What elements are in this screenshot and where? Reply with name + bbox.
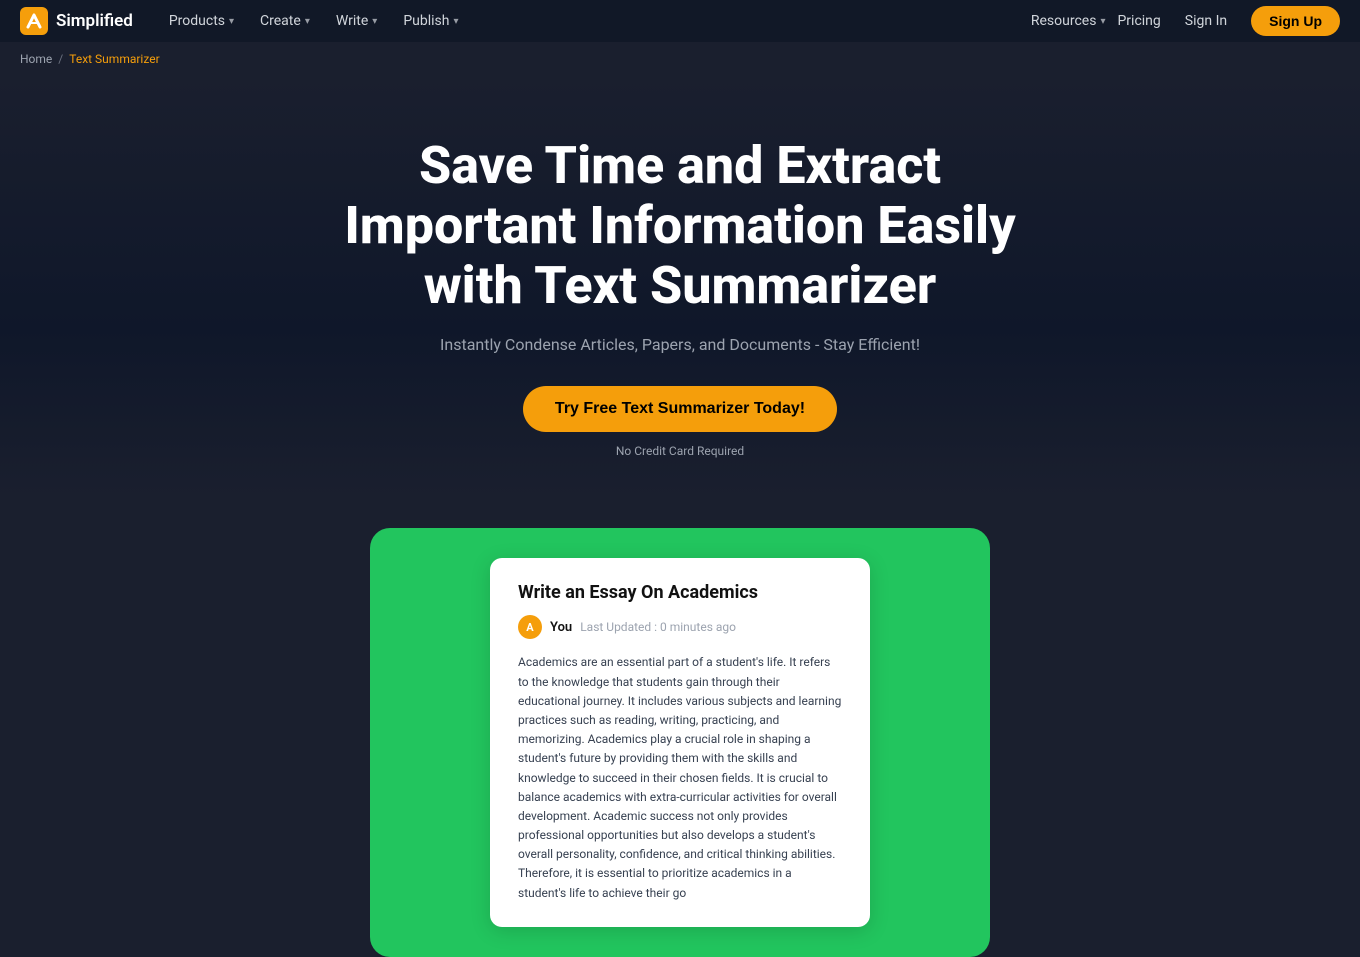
nav-right: Resources ▾ Pricing Sign In Sign Up [1031,6,1340,36]
nav-publish[interactable]: Publish ▾ [391,7,470,35]
nav-signin[interactable]: Sign In [1173,7,1239,35]
nav-items: Products ▾ Create ▾ Write ▾ Publish ▾ [157,7,1031,35]
nav-resources[interactable]: Resources ▾ [1031,13,1106,29]
chevron-down-icon: ▾ [372,16,377,27]
breadcrumb-separator: / [58,52,63,66]
demo-meta-time: Last Updated : 0 minutes ago [580,620,736,634]
navbar: Simplified Products ▾ Create ▾ Write ▾ P… [0,0,1360,42]
hero-title: Save Time and Extract Important Informat… [330,136,1030,315]
demo-card-title: Write an Essay On Academics [518,582,842,603]
demo-area: Write an Essay On Academics A You Last U… [0,498,1360,956]
brand-name: Simplified [56,11,133,31]
breadcrumb: Home / Text Summarizer [0,42,1360,76]
nav-create[interactable]: Create ▾ [248,7,322,35]
demo-meta-you: You [550,620,572,635]
demo-green-background: Write an Essay On Academics A You Last U… [370,528,990,956]
breadcrumb-current[interactable]: Text Summarizer [69,52,159,66]
demo-card-body: Academics are an essential part of a stu… [518,653,842,902]
demo-avatar: A [518,615,542,639]
chevron-down-icon: ▾ [453,16,458,27]
demo-card: Write an Essay On Academics A You Last U… [490,558,870,926]
chevron-down-icon: ▾ [1100,16,1105,27]
hero-subtitle: Instantly Condense Articles, Papers, and… [20,335,1340,354]
nav-pricing[interactable]: Pricing [1117,13,1160,29]
chevron-down-icon: ▾ [305,16,310,27]
brand-logo[interactable]: Simplified [20,7,133,35]
nav-signup-button[interactable]: Sign Up [1251,6,1340,36]
no-credit-card-text: No Credit Card Required [20,444,1340,458]
hero-section: Save Time and Extract Important Informat… [0,76,1360,498]
breadcrumb-home[interactable]: Home [20,52,52,66]
chevron-down-icon: ▾ [229,16,234,27]
demo-card-meta: A You Last Updated : 0 minutes ago [518,615,842,639]
brand-icon [20,7,48,35]
nav-write[interactable]: Write ▾ [324,7,389,35]
nav-products[interactable]: Products ▾ [157,7,246,35]
hero-cta-button[interactable]: Try Free Text Summarizer Today! [523,386,837,432]
